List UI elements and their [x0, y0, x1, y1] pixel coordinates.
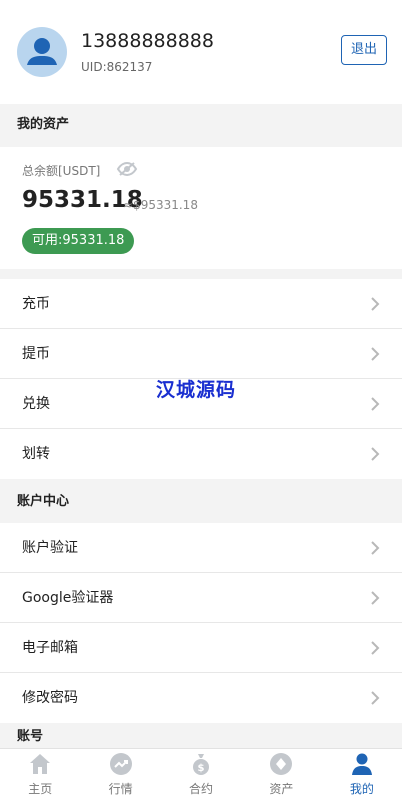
- logout-button[interactable]: 退出: [341, 35, 387, 65]
- chevron-right-icon: [371, 541, 380, 555]
- tab-label: 我的: [349, 782, 374, 796]
- profile-header: 13888888888 UID:862137 退出: [0, 0, 402, 104]
- menu-item-label: 划转: [22, 446, 50, 462]
- assets-section-title: 我的资产: [0, 104, 402, 146]
- balance-usd-approx: ≈$95331.18: [123, 198, 198, 212]
- account-center-menu: 账户验证 Google验证器 电子邮箱 修改密码: [0, 523, 402, 723]
- menu-item-label: 账户验证: [22, 540, 78, 556]
- chevron-right-icon: [371, 397, 380, 411]
- user-avatar-icon: [27, 38, 57, 65]
- tab-mine[interactable]: 我的: [322, 749, 402, 796]
- chevron-right-icon: [371, 447, 380, 461]
- menu-item-transfer[interactable]: 划转: [0, 429, 402, 479]
- menu-item-label: 兑换: [22, 396, 50, 412]
- menu-item-withdraw[interactable]: 提币: [0, 329, 402, 379]
- svg-text:$: $: [198, 763, 205, 774]
- money-bag-icon: $: [193, 754, 210, 775]
- chevron-right-icon: [371, 641, 380, 655]
- trend-icon: [109, 753, 132, 775]
- chevron-right-icon: [371, 691, 380, 705]
- menu-item-verification[interactable]: 账户验证: [0, 523, 402, 573]
- menu-item-label: 提币: [22, 346, 50, 362]
- tab-contract[interactable]: $ 合约: [161, 749, 241, 796]
- tab-label: 合约: [189, 782, 214, 796]
- tab-label: 资产: [269, 782, 294, 796]
- avatar[interactable]: [17, 27, 67, 77]
- menu-item-label: Google验证器: [22, 590, 114, 606]
- menu-item-email[interactable]: 电子邮箱: [0, 623, 402, 673]
- chevron-right-icon: [371, 297, 380, 311]
- bottom-tab-bar: 主页 行情 $ 合约 资产 我的: [0, 748, 402, 796]
- hide-balance-icon[interactable]: [116, 161, 138, 177]
- account-center-title: 账户中心: [0, 481, 402, 523]
- chevron-right-icon: [371, 591, 380, 605]
- available-balance-badge: 可用:95331.18: [22, 228, 135, 254]
- account-section-title: 账号: [0, 724, 402, 750]
- menu-item-label: 修改密码: [22, 690, 78, 706]
- menu-item-label: 充币: [22, 296, 50, 312]
- home-icon: [30, 754, 51, 774]
- menu-item-label: 电子邮箱: [22, 640, 78, 656]
- tab-home[interactable]: 主页: [0, 749, 80, 796]
- menu-item-change-password[interactable]: 修改密码: [0, 673, 402, 723]
- tab-market[interactable]: 行情: [80, 749, 160, 796]
- user-icon: [351, 753, 372, 775]
- chevron-right-icon: [371, 347, 380, 361]
- user-phone: 13888888888: [81, 30, 214, 52]
- tab-label: 主页: [28, 782, 53, 796]
- diamond-icon: [270, 753, 293, 775]
- menu-item-google-authenticator[interactable]: Google验证器: [0, 573, 402, 623]
- total-balance-label: 总余额[USDT]: [22, 164, 101, 178]
- tab-label: 行情: [108, 782, 133, 796]
- tab-assets[interactable]: 资产: [241, 749, 321, 796]
- menu-item-deposit[interactable]: 充币: [0, 279, 402, 329]
- watermark-text: 汉城源码: [156, 379, 237, 401]
- user-uid: UID:862137: [81, 60, 153, 74]
- asset-card: 总余额[USDT] 95331.18 ≈$95331.18 可用:95331.1…: [0, 147, 402, 269]
